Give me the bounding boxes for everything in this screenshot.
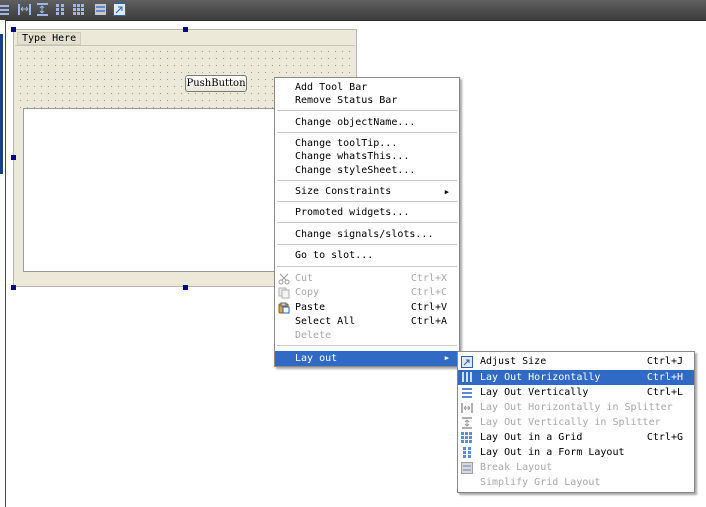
submenu-arrow-icon: ▶ [444, 188, 449, 196]
submenu-item-adjust-size[interactable]: Adjust Size Ctrl+J [458, 355, 694, 369]
menu-separator [277, 345, 457, 346]
submenu-arrow-icon: ▶ [444, 354, 449, 362]
menu-separator [277, 266, 457, 267]
submenu-item-lay-out-horizontally-in-splitter[interactable]: Lay Out Horizontally in Splitter [458, 401, 694, 415]
menu-item-change-tooltip[interactable]: Change toolTip... [275, 137, 459, 151]
grid-layout-icon [461, 432, 473, 444]
form-layout-toolbar-icon[interactable] [54, 3, 67, 16]
context-menu: Add Tool Bar Remove Status Bar Change ob… [274, 77, 460, 367]
menu-separator [277, 110, 457, 111]
menu-separator [277, 222, 457, 223]
menu-item-copy[interactable]: Copy Ctrl+C [275, 286, 459, 300]
menu-separator [277, 180, 457, 181]
menu-separator [277, 201, 457, 202]
submenu-item-lay-out-horizontally[interactable]: Lay Out Horizontally Ctrl+H [458, 370, 694, 385]
vertical-splitter-icon [461, 417, 473, 429]
menu-item-paste[interactable]: Paste Ctrl+V [275, 301, 459, 315]
menu-item-go-to-slot[interactable]: Go to slot... [275, 249, 459, 263]
selection-handle-bottom[interactable] [183, 285, 188, 290]
submenu-item-break-layout[interactable]: Break Layout [458, 461, 694, 475]
menu-item-add-tool-bar[interactable]: Add Tool Bar [275, 81, 459, 95]
form-menu-bar[interactable]: Type Here [15, 31, 355, 46]
paste-icon [278, 302, 290, 314]
adjust-size-toolbar-icon[interactable] [113, 3, 126, 16]
grid-layout-toolbar-icon[interactable] [72, 3, 85, 16]
selection-handle-top-left[interactable] [11, 27, 16, 32]
submenu-item-lay-out-vertically-in-splitter[interactable]: Lay Out Vertically in Splitter [458, 416, 694, 430]
submenu-item-lay-out-in-a-grid[interactable]: Lay Out in a Grid Ctrl+G [458, 431, 694, 445]
cut-icon [278, 273, 290, 285]
menu-item-change-signals-slots[interactable]: Change signals/slots... [275, 228, 459, 242]
menu-item-select-all[interactable]: Select All Ctrl+A [275, 315, 459, 329]
form-layout-icon [461, 447, 473, 459]
menu-item-change-whatsthis[interactable]: Change whatsThis... [275, 150, 459, 164]
push-button[interactable]: PushButton [185, 75, 247, 92]
lines-icon[interactable] [0, 3, 13, 16]
break-layout-icon [461, 462, 473, 474]
menu-item-lay-out[interactable]: Lay out ▶ [275, 351, 459, 366]
selection-handle-top[interactable] [183, 27, 188, 32]
menu-separator [277, 132, 457, 133]
layout-submenu: Adjust Size Ctrl+J Lay Out Horizontally Ct… [457, 351, 695, 493]
submenu-item-lay-out-vertically[interactable]: Lay Out Vertically Ctrl+L [458, 386, 694, 400]
adjust-size-icon [461, 356, 473, 368]
selection-handle-bottom-left[interactable] [11, 285, 16, 290]
vertical-layout-icon [461, 387, 473, 399]
menu-separator [277, 244, 457, 245]
copy-icon [278, 287, 290, 299]
left-panel-accent [0, 34, 3, 174]
break-layout-toolbar-icon[interactable] [94, 3, 107, 16]
horizontal-layout-icon [461, 371, 473, 383]
menu-item-delete[interactable]: Delete [275, 329, 459, 343]
menu-item-remove-status-bar[interactable]: Remove Status Bar [275, 94, 459, 108]
horizontal-layout-toolbar-icon[interactable] [18, 3, 31, 16]
selection-handle-left[interactable] [11, 155, 16, 160]
menu-item-change-objectname[interactable]: Change objectName... [275, 116, 459, 130]
menu-item-promoted-widgets[interactable]: Promoted widgets... [275, 206, 459, 220]
submenu-item-lay-out-in-a-form-layout[interactable]: Lay Out in a Form Layout [458, 446, 694, 460]
horizontal-splitter-icon [461, 402, 473, 414]
submenu-item-simplify-grid-layout[interactable]: Simplify Grid Layout [458, 476, 694, 490]
vertical-splitter-toolbar-icon[interactable] [36, 3, 49, 16]
menu-item-cut[interactable]: Cut Ctrl+X [275, 272, 459, 286]
type-here-placeholder[interactable]: Type Here [17, 32, 82, 45]
menu-item-size-constraints[interactable]: Size Constraints ▶ [275, 185, 459, 199]
menu-item-change-stylesheet[interactable]: Change styleSheet... [275, 164, 459, 178]
designer-toolbar [0, 0, 706, 21]
